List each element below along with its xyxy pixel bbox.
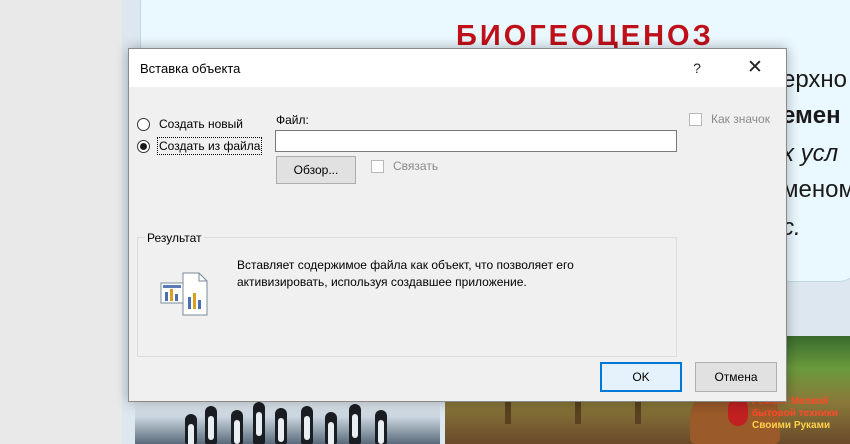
- penguin-shape: [349, 404, 361, 444]
- penguin-shape: [375, 410, 387, 444]
- watermark-line: бытовой техники: [752, 408, 838, 419]
- penguin-shape: [301, 406, 313, 444]
- file-path-input[interactable]: [275, 130, 677, 152]
- penguin-shape: [231, 410, 243, 444]
- radio-selected-icon[interactable]: [137, 139, 150, 153]
- thumbnail-pane: [0, 0, 122, 444]
- slide-text-line: емен: [782, 102, 841, 129]
- create-new-label[interactable]: Создать новый: [159, 117, 243, 131]
- result-groupbox: [137, 237, 677, 357]
- slide-text-line: меном: [782, 176, 850, 203]
- watermark-logo-icon: [728, 398, 748, 426]
- create-from-file-label[interactable]: Создать из файла: [156, 137, 263, 155]
- result-legend: Результат: [145, 231, 204, 245]
- slide-text-line: х усл: [782, 140, 839, 167]
- result-description: Вставляет содержимое файла как объект, ч…: [237, 258, 574, 289]
- link-label: Связать: [393, 159, 439, 173]
- penguin-shape: [253, 402, 265, 444]
- penguin-shape: [185, 414, 197, 444]
- watermark-line: Своими Руками: [752, 420, 831, 431]
- dialog-title: Вставка объекта: [140, 61, 241, 76]
- display-as-icon-label: Как значок: [711, 112, 770, 126]
- penguin-shape: [325, 412, 337, 444]
- browse-button[interactable]: Обзор...: [276, 156, 356, 184]
- create-from-file-radio[interactable]: Создать из файла: [137, 137, 263, 155]
- link-checkbox[interactable]: [371, 160, 384, 173]
- penguin-shape: [205, 406, 217, 444]
- cancel-button[interactable]: Отмена: [695, 362, 777, 392]
- slide-text-line: ерхно: [782, 66, 848, 93]
- embedded-object-icon: [160, 272, 208, 316]
- file-label: Файл:: [276, 113, 309, 127]
- penguin-shape: [275, 408, 287, 444]
- insert-object-dialog: Вставка объекта ? ✕ Создать новый Создат…: [128, 48, 787, 402]
- create-new-radio[interactable]: Создать новый: [137, 115, 243, 133]
- display-as-icon-checkbox[interactable]: [689, 113, 702, 126]
- close-icon[interactable]: ✕: [741, 55, 769, 81]
- ok-button[interactable]: OK: [600, 362, 682, 392]
- help-button[interactable]: ?: [687, 59, 707, 77]
- radio-circle-icon[interactable]: [137, 117, 150, 131]
- dialog-titlebar[interactable]: Вставка объекта ? ✕: [129, 49, 786, 87]
